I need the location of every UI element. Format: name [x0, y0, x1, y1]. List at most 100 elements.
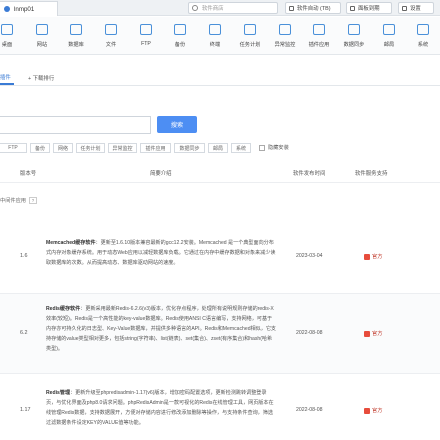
toolbar-label: 文件 [105, 42, 117, 48]
search-icon [192, 5, 198, 11]
search-button[interactable]: 搜索 [157, 116, 197, 133]
terminal-icon [209, 24, 221, 35]
category-label: 中间件应用 [0, 198, 26, 204]
column-version: 版本号 [20, 171, 37, 177]
host-tab[interactable]: lnmp01 [0, 1, 58, 16]
chip-mail[interactable]: 邮局 [208, 143, 228, 153]
chip-label: 备份 [34, 145, 45, 152]
system-icon [417, 24, 429, 35]
chip-monitor[interactable]: 异常监控 [108, 143, 137, 153]
software-store-page: lnmp01 软件商店 软件自动 (TB) 面板到期 设置 桌面 网站 数据库 … [0, 0, 440, 440]
toolbar-label: 异常监控 [274, 42, 296, 48]
software-search-input[interactable] [0, 116, 151, 134]
chip-system[interactable]: 系统 [231, 143, 251, 153]
chip-plugins[interactable]: 插件应用 [140, 143, 171, 153]
folder-icon [105, 24, 117, 35]
software-update-button[interactable]: 软件自动 (TB) [285, 2, 341, 14]
calendar-icon [350, 6, 355, 11]
toolbar-item-terminal[interactable]: 终端 [200, 24, 230, 54]
chip-label: 网络 [57, 145, 68, 152]
panel-expiry-button[interactable]: 面板到期 [346, 2, 392, 14]
hide-installed-checkbox[interactable] [259, 144, 265, 151]
chip-network[interactable]: 网络 [53, 143, 73, 153]
row-vendor-label: 官方 [372, 254, 383, 260]
row-date: 2023-03-04 [296, 253, 323, 259]
tab-plugins-label: 插件 [0, 74, 11, 81]
official-icon [364, 407, 370, 414]
table-row[interactable]: 1.6 Memcached缓存软件：更新至1.6.10版本兼容最新的gcc12.… [0, 222, 440, 294]
row-text: ：更新升级至phpredisadmin-1.17(v6)版本，增加密码配置选项，… [46, 390, 274, 426]
table-header: 版本号 简要介绍 软件发布时间 软件服务支持 [0, 163, 440, 183]
toolbar-item-ftp[interactable]: FTP [131, 24, 161, 54]
row-title: Memcached缓存软件 [46, 240, 96, 246]
help-icon[interactable]: ? [28, 197, 37, 204]
toolbar-label: 网站 [36, 42, 48, 48]
row-version: 1.6 [20, 253, 28, 259]
row-vendor-label: 官方 [372, 408, 383, 414]
chip-backup[interactable]: 备份 [30, 143, 50, 153]
server-icon [4, 6, 10, 12]
row-vendor-label: 官方 [372, 331, 383, 337]
toolbar-item-monitor[interactable]: 异常监控 [270, 24, 300, 54]
hide-installed-toggle[interactable]: 隐藏安装 [259, 144, 289, 151]
row-date: 2022-08-08 [296, 330, 323, 336]
chip-label: 系统 [235, 145, 246, 152]
tab-download-rank[interactable]: + 下载排行 [28, 70, 54, 85]
tab-download-rank-label: + 下载排行 [28, 75, 55, 82]
settings-label: 设置 [410, 6, 421, 12]
toolbar-label: 备份 [174, 42, 186, 48]
column-vendor: 软件服务支持 [355, 171, 388, 177]
row-vendor: 官方 [364, 253, 382, 260]
toolbar-item-sync[interactable]: 数据同步 [339, 24, 369, 54]
toolbar-item-backup[interactable]: 备份 [165, 24, 195, 54]
category-chips: FTP 备份 网络 任务计划 异常监控 插件应用 数据同步 邮局 系统 隐藏安装 [0, 143, 440, 157]
row-version: 1.17 [20, 407, 31, 413]
chip-ftp[interactable]: FTP [0, 143, 27, 153]
monitor-icon [279, 24, 291, 35]
main-toolbar: 桌面 网站 数据库 文件 FTP 备份 终端 任务计划 异常监控 插件应用 数据… [0, 17, 440, 55]
row-description: Redis缓存软件：更新采用最新Redis-6.2.6(v3)版本，优化存点程序… [46, 304, 276, 354]
toolbar-label: 桌面 [1, 42, 13, 48]
global-search-input[interactable]: 软件商店 [188, 2, 278, 14]
toolbar-item-cron[interactable]: 任务计划 [235, 24, 265, 54]
row-version: 6.2 [20, 330, 28, 336]
row-vendor: 官方 [364, 407, 382, 414]
chip-label: 异常监控 [112, 145, 133, 152]
toolbar-item-mail[interactable]: 邮局 [374, 24, 404, 54]
row-title: Redis缓存软件 [46, 306, 81, 312]
mail-icon [383, 24, 395, 35]
settings-button[interactable]: 设置 [398, 2, 434, 14]
column-description: 简要介绍 [150, 171, 172, 177]
table-row[interactable]: 1.17 Redis管理：更新升级至phpredisadmin-1.17(v6)… [0, 374, 440, 440]
software-update-label: 软件自动 (TB) [297, 6, 331, 12]
toolbar-item-database[interactable]: 数据库 [61, 24, 91, 54]
table-row[interactable]: 6.2 Redis缓存软件：更新采用最新Redis-6.2.6(v3)版本，优化… [0, 294, 440, 374]
chip-sync[interactable]: 数据同步 [174, 143, 205, 153]
row-text: ：更新采用最新Redis-6.2.6(v3)版本，优化存点程序，处理所有说明规则… [46, 306, 277, 352]
row-title: Redis管理 [46, 390, 71, 396]
official-icon [364, 330, 370, 337]
official-icon [364, 253, 370, 260]
desktop-icon [1, 24, 13, 35]
toolbar-item-desktop[interactable]: 桌面 [0, 24, 22, 54]
chip-label: 任务计划 [80, 145, 101, 152]
chip-label: FTP [8, 145, 18, 151]
category-heading: 中间件应用 ? [0, 197, 37, 204]
chip-label: 数据同步 [179, 145, 200, 152]
database-icon [70, 24, 82, 35]
tab-plugins[interactable]: 插件 [0, 70, 14, 85]
toolbar-label: 数据库 [68, 42, 84, 48]
plugin-icon [313, 24, 325, 35]
toolbar-item-plugins[interactable]: 插件应用 [304, 24, 334, 54]
chip-label: 插件应用 [145, 145, 166, 152]
chip-label: 邮局 [212, 145, 223, 152]
column-release-date: 软件发布时间 [293, 171, 326, 177]
chip-cron[interactable]: 任务计划 [76, 143, 105, 153]
toolbar-item-system[interactable]: 系统 [408, 24, 438, 54]
toolbar-item-website[interactable]: 网站 [27, 24, 57, 54]
sub-tabs: 插件 + 下载排行 [0, 66, 440, 86]
hide-installed-label: 隐藏安装 [268, 145, 289, 151]
toolbar-label: 邮局 [383, 42, 395, 48]
toolbar-item-files[interactable]: 文件 [96, 24, 126, 54]
sync-icon [348, 24, 360, 35]
